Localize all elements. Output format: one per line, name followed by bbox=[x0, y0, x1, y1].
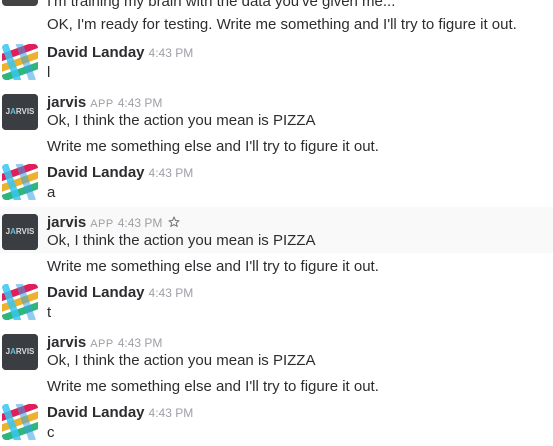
message: David Landay 4:43 PM l bbox=[0, 42, 553, 92]
sender-name[interactable]: jarvis APP 4:43 PM bbox=[47, 94, 162, 111]
timestamp[interactable]: 4:43 PM bbox=[149, 166, 194, 180]
slack-logo-icon bbox=[2, 404, 38, 440]
message-text: Write me something else and I'll try to … bbox=[47, 138, 379, 155]
timestamp[interactable]: 4:43 PM bbox=[118, 216, 163, 230]
sender-name[interactable]: David Landay 4:43 PM bbox=[47, 404, 193, 421]
avatar[interactable] bbox=[2, 0, 38, 6]
message-text: a bbox=[47, 184, 56, 201]
star-icon[interactable] bbox=[168, 215, 180, 232]
svg-text:JARVIS: JARVIS bbox=[6, 227, 35, 236]
jarvis-logo-icon: JARVIS bbox=[2, 334, 38, 370]
message: JARVIS jarvis APP 4:43 PM Ok, I think the … bbox=[0, 212, 553, 282]
slack-logo-icon bbox=[2, 44, 38, 80]
avatar[interactable] bbox=[2, 404, 38, 440]
timestamp[interactable]: 4:43 PM bbox=[118, 96, 163, 110]
app-badge: APP bbox=[90, 218, 114, 230]
message: David Landay 4:43 PM t bbox=[0, 282, 553, 332]
sender-label[interactable]: David Landay bbox=[47, 284, 145, 301]
app-badge: APP bbox=[90, 98, 114, 110]
message-feed: I'm training my brain with the data you'… bbox=[0, 0, 553, 446]
sender-name[interactable]: David Landay 4:43 PM bbox=[47, 164, 193, 181]
message-continuation: OK, I'm ready for testing. Write me some… bbox=[0, 12, 553, 42]
message-text: I'm training my brain with the data you'… bbox=[47, 0, 396, 10]
slack-logo-icon bbox=[2, 164, 38, 200]
message-text: c bbox=[47, 424, 55, 441]
jarvis-logo-icon: JARVIS bbox=[2, 94, 38, 130]
jarvis-logo-icon: JARVIS bbox=[2, 214, 38, 250]
timestamp[interactable]: 4:43 PM bbox=[149, 286, 194, 300]
svg-text:JARVIS: JARVIS bbox=[6, 107, 35, 116]
sender-name[interactable]: David Landay 4:43 PM bbox=[47, 44, 193, 61]
message-text: Ok, I think the action you mean is PIZZA bbox=[47, 112, 316, 129]
timestamp[interactable]: 4:43 PM bbox=[118, 336, 163, 350]
avatar[interactable]: JARVIS bbox=[2, 334, 38, 370]
avatar[interactable]: JARVIS bbox=[2, 214, 38, 250]
svg-text:JARVIS: JARVIS bbox=[6, 347, 35, 356]
avatar[interactable] bbox=[2, 164, 38, 200]
avatar[interactable] bbox=[2, 44, 38, 80]
sender-label[interactable]: David Landay bbox=[47, 44, 145, 61]
message: David Landay 4:43 PM c bbox=[0, 402, 553, 446]
sender-label[interactable]: jarvis bbox=[47, 94, 86, 111]
sender-label[interactable]: jarvis bbox=[47, 214, 86, 231]
message-text: Ok, I think the action you mean is PIZZA bbox=[47, 232, 316, 249]
timestamp[interactable]: 4:43 PM bbox=[149, 406, 194, 420]
message: JARVIS jarvis APP 4:43 PM Ok, I think the … bbox=[0, 332, 553, 402]
sender-label[interactable]: David Landay bbox=[47, 404, 145, 421]
sender-name[interactable]: David Landay 4:43 PM bbox=[47, 284, 193, 301]
message-text: Ok, I think the action you mean is PIZZA bbox=[47, 352, 316, 369]
message-text: OK, I'm ready for testing. Write me some… bbox=[47, 16, 517, 33]
avatar[interactable]: JARVIS bbox=[2, 94, 38, 130]
message: JARVIS jarvis APP 4:43 PM Ok, I think the … bbox=[0, 92, 553, 162]
message: David Landay 4:43 PM a bbox=[0, 162, 553, 212]
avatar[interactable] bbox=[2, 284, 38, 320]
message-text: Write me something else and I'll try to … bbox=[47, 378, 379, 395]
sender-name[interactable]: jarvis APP 4:43 PM bbox=[47, 334, 162, 351]
message-text: t bbox=[47, 304, 52, 321]
sender-label[interactable]: jarvis bbox=[47, 334, 86, 351]
sender-name[interactable]: jarvis APP 4:43 PM bbox=[47, 214, 180, 232]
sender-label[interactable]: David Landay bbox=[47, 164, 145, 181]
message-text: l bbox=[47, 64, 51, 81]
message-text: Write me something else and I'll try to … bbox=[47, 258, 379, 275]
app-badge: APP bbox=[90, 338, 114, 350]
timestamp[interactable]: 4:43 PM bbox=[149, 46, 194, 60]
message-continuation: I'm training my brain with the data you'… bbox=[0, 0, 553, 12]
slack-logo-icon bbox=[2, 284, 38, 320]
